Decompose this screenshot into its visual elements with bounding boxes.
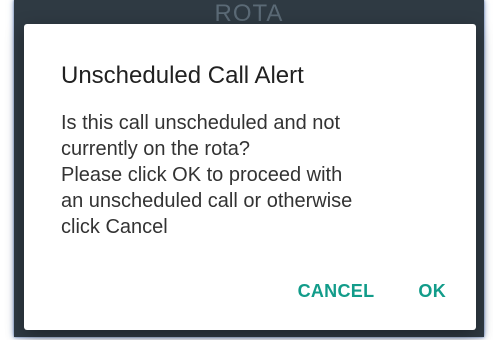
app-title: ROTA bbox=[214, 2, 284, 26]
dialog-actions: CANCEL OK bbox=[294, 277, 450, 306]
alert-dialog: Unscheduled Call Alert Is this call unsc… bbox=[24, 24, 476, 330]
cancel-button[interactable]: CANCEL bbox=[294, 277, 379, 306]
dialog-message: Is this call unscheduled and not current… bbox=[61, 112, 353, 238]
ok-button[interactable]: OK bbox=[414, 277, 450, 306]
dialog-title: Unscheduled Call Alert bbox=[61, 62, 304, 89]
screen: ROTA Unscheduled Call Alert Is this call… bbox=[0, 0, 493, 340]
